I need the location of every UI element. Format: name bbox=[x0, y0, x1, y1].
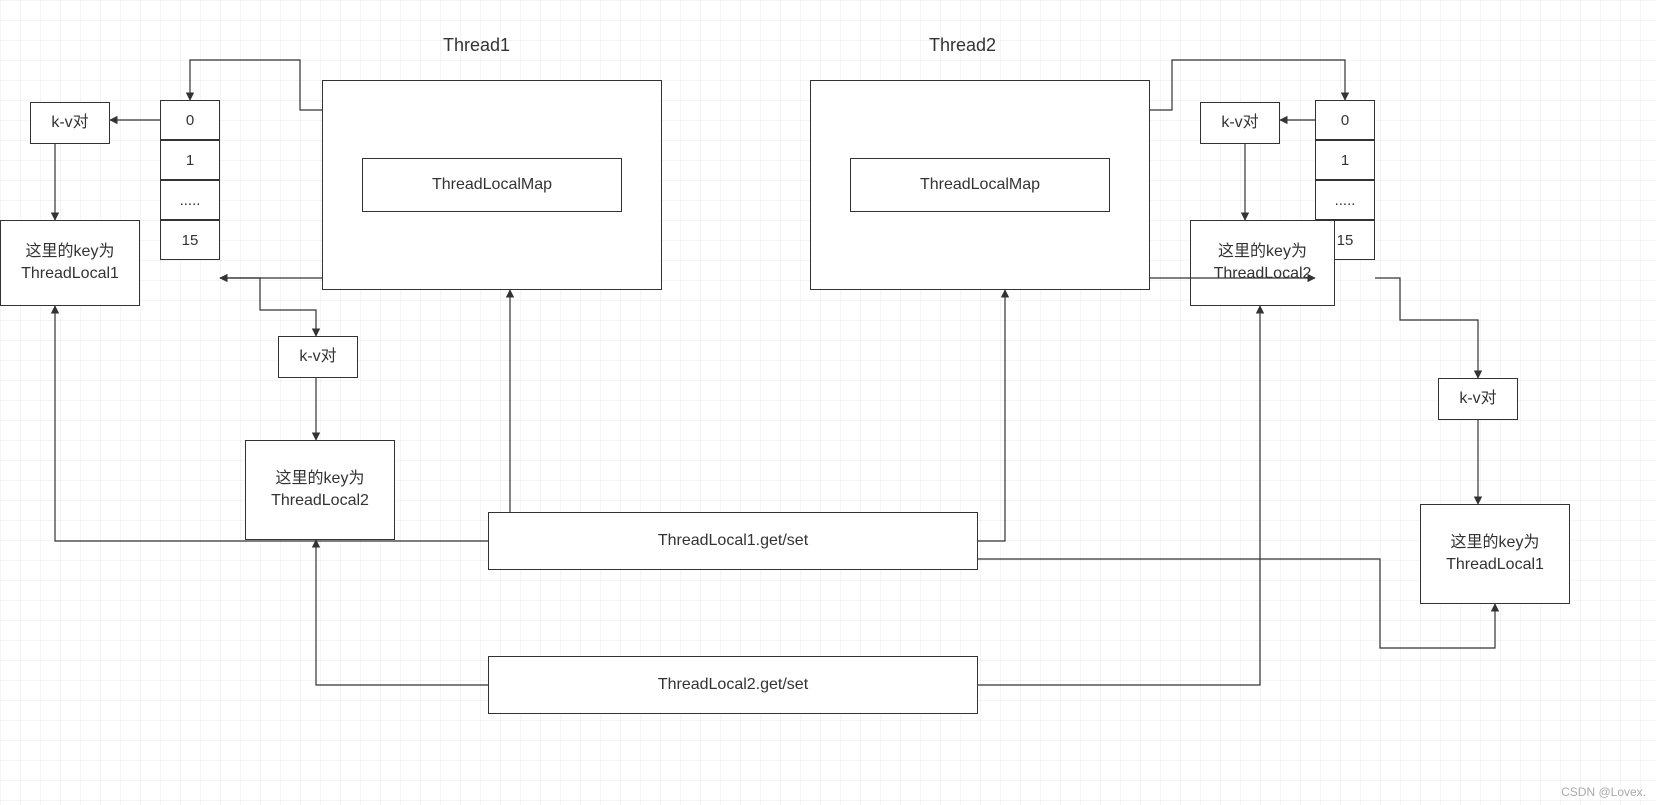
right-array-cell: 1 bbox=[1315, 140, 1375, 180]
thread1-box: ThreadLocalMap bbox=[322, 80, 662, 290]
left-key-tl2: 这里的key为 ThreadLocal2 bbox=[245, 440, 395, 540]
left-kv-0: k-v对 bbox=[30, 102, 110, 144]
thread1-title: Thread1 bbox=[443, 35, 510, 56]
watermark: CSDN @Lovex. bbox=[1561, 785, 1646, 799]
right-kv-15: k-v对 bbox=[1438, 378, 1518, 420]
left-array-cell: 15 bbox=[160, 220, 220, 260]
threadlocal2-getset: ThreadLocal2.get/set bbox=[488, 656, 978, 714]
left-array-cell: ..... bbox=[160, 180, 220, 220]
right-key-tl1: 这里的key为 ThreadLocal1 bbox=[1420, 504, 1570, 604]
left-array: 0 1 ..... 15 bbox=[160, 100, 220, 260]
right-array-cell: 0 bbox=[1315, 100, 1375, 140]
thread2-title: Thread2 bbox=[929, 35, 996, 56]
threadlocal1-getset: ThreadLocal1.get/set bbox=[488, 512, 978, 570]
diagram-canvas: Thread1 Thread2 ThreadLocalMap ThreadLoc… bbox=[0, 0, 1656, 805]
left-array-cell: 0 bbox=[160, 100, 220, 140]
left-kv-15: k-v对 bbox=[278, 336, 358, 378]
right-key-tl2: 这里的key为 ThreadLocal2 bbox=[1190, 220, 1335, 306]
right-array-cell: ..... bbox=[1315, 180, 1375, 220]
left-array-cell: 1 bbox=[160, 140, 220, 180]
thread2-box: ThreadLocalMap bbox=[810, 80, 1150, 290]
left-key-tl1: 这里的key为 ThreadLocal1 bbox=[0, 220, 140, 306]
thread2-map-box: ThreadLocalMap bbox=[850, 158, 1110, 212]
thread1-map-box: ThreadLocalMap bbox=[362, 158, 622, 212]
right-kv-0: k-v对 bbox=[1200, 102, 1280, 144]
